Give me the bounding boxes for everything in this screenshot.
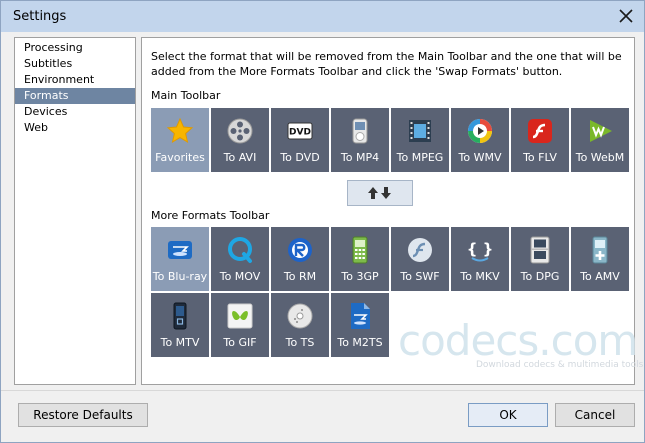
main-tile-mp4[interactable]: To MP4	[331, 108, 389, 172]
main-tile-mpeg[interactable]: To MPEG	[391, 108, 449, 172]
tile-label: To MPEG	[396, 151, 444, 164]
tile-label: To RM	[283, 270, 317, 283]
main-tile-flv[interactable]: To FLV	[511, 108, 569, 172]
main-tile-dvd[interactable]: DVD To DVD	[271, 108, 329, 172]
tile-label: To MP4	[340, 151, 380, 164]
blu-ray-icon	[168, 241, 192, 259]
film-reel-icon	[227, 118, 253, 144]
mtv-player-icon	[173, 302, 187, 330]
flash-swf-icon	[408, 238, 432, 262]
settings-window: Settings Processing Subtitles Environmen…	[0, 0, 645, 443]
footer-divider	[1, 390, 644, 391]
tile-label: To GIF	[223, 336, 257, 349]
tile-label: To MOV	[219, 270, 261, 283]
swap-arrows-icon	[368, 187, 391, 199]
more-tile-mov[interactable]: To MOV	[211, 227, 269, 291]
title-bar: Settings	[1, 1, 644, 32]
more-tile-amv[interactable]: To AMV	[571, 227, 629, 291]
more-toolbar-label: More Formats Toolbar	[151, 209, 270, 222]
main-toolbar-label: Main Toolbar	[151, 89, 221, 102]
settings-category-list: Processing Subtitles Environment Formats…	[14, 37, 136, 385]
more-tile-ts[interactable]: To TS	[271, 293, 329, 357]
svg-text:DVD: DVD	[289, 128, 311, 138]
watermark-brand: codecs.com	[398, 316, 638, 365]
main-tile-wmv[interactable]: To WMV	[451, 108, 509, 172]
more-tile-blu-ray[interactable]: To Blu-ray	[151, 227, 209, 291]
sidebar-item-web[interactable]: Web	[15, 120, 135, 136]
realplayer-icon	[288, 238, 312, 262]
formats-panel: Select the format that will be removed f…	[141, 37, 643, 385]
tile-label: Favorites	[155, 151, 205, 164]
main-tile-avi[interactable]: To AVI	[211, 108, 269, 172]
tile-label: To DPG	[520, 270, 560, 283]
sidebar-item-formats[interactable]: Formats	[15, 88, 135, 104]
ipod-icon	[352, 118, 368, 144]
tile-label: To TS	[285, 336, 315, 349]
sidebar-item-subtitles[interactable]: Subtitles	[15, 56, 135, 72]
more-tile-3gp[interactable]: To 3GP	[331, 227, 389, 291]
formats-description: Select the format that will be removed f…	[151, 50, 622, 78]
matroska-icon: { }	[467, 240, 494, 262]
tile-label: To AVI	[223, 151, 257, 164]
sidebar-item-environment[interactable]: Environment	[15, 72, 135, 88]
more-tile-mtv[interactable]: To MTV	[151, 293, 209, 357]
webm-icon	[590, 120, 612, 142]
close-icon	[619, 9, 633, 23]
main-tile-webm[interactable]: To WebM	[571, 108, 629, 172]
phone-icon	[352, 236, 368, 264]
tile-label: To WebM	[575, 151, 625, 164]
star-icon	[166, 117, 194, 144]
ts-disc-icon	[287, 303, 313, 329]
quicktime-icon	[228, 237, 252, 263]
svg-text:{ }: { }	[467, 240, 494, 258]
close-button[interactable]	[614, 5, 638, 27]
windows-media-icon	[468, 119, 492, 143]
swap-formats-button[interactable]	[347, 180, 413, 206]
tile-label: To DVD	[280, 151, 320, 164]
tile-label: To WMV	[458, 151, 502, 164]
window-title: Settings	[13, 9, 67, 24]
codecs-watermark: codecs.com Download codecs & multimedia …	[398, 318, 643, 374]
restore-defaults-button[interactable]: Restore Defaults	[18, 403, 148, 427]
amv-player-icon	[592, 236, 608, 264]
tile-label: To 3GP	[341, 270, 379, 283]
flash-icon	[528, 119, 552, 143]
main-tile-favorites[interactable]: Favorites	[151, 108, 209, 172]
film-strip-icon	[409, 120, 431, 142]
sidebar-item-devices[interactable]: Devices	[15, 104, 135, 120]
tile-label: To SWF	[400, 270, 440, 283]
tile-label: To AMV	[580, 270, 620, 283]
more-tile-swf[interactable]: To SWF	[391, 227, 449, 291]
more-tile-rm[interactable]: To RM	[271, 227, 329, 291]
tile-label: To MTV	[160, 336, 200, 349]
more-tile-mkv[interactable]: { } To MKV	[451, 227, 509, 291]
more-tile-m2ts[interactable]: To M2TS	[331, 293, 389, 357]
watermark-tagline: Download codecs & multimedia tools	[476, 360, 644, 370]
nintendo-ds-icon	[530, 236, 550, 264]
sidebar-item-processing[interactable]: Processing	[15, 40, 135, 56]
more-tile-gif[interactable]: To GIF	[211, 293, 269, 357]
tile-label: To MKV	[460, 270, 500, 283]
dvd-icon: DVD	[287, 122, 313, 140]
ok-button[interactable]: OK	[468, 403, 548, 427]
cancel-button[interactable]: Cancel	[555, 403, 635, 427]
more-tile-dpg[interactable]: To DPG	[511, 227, 569, 291]
m2ts-file-icon	[351, 303, 370, 329]
tile-label: To FLV	[523, 151, 557, 164]
gif-icon	[227, 303, 253, 329]
tile-label: To Blu-ray	[152, 270, 208, 283]
tile-label: To M2TS	[337, 336, 383, 349]
